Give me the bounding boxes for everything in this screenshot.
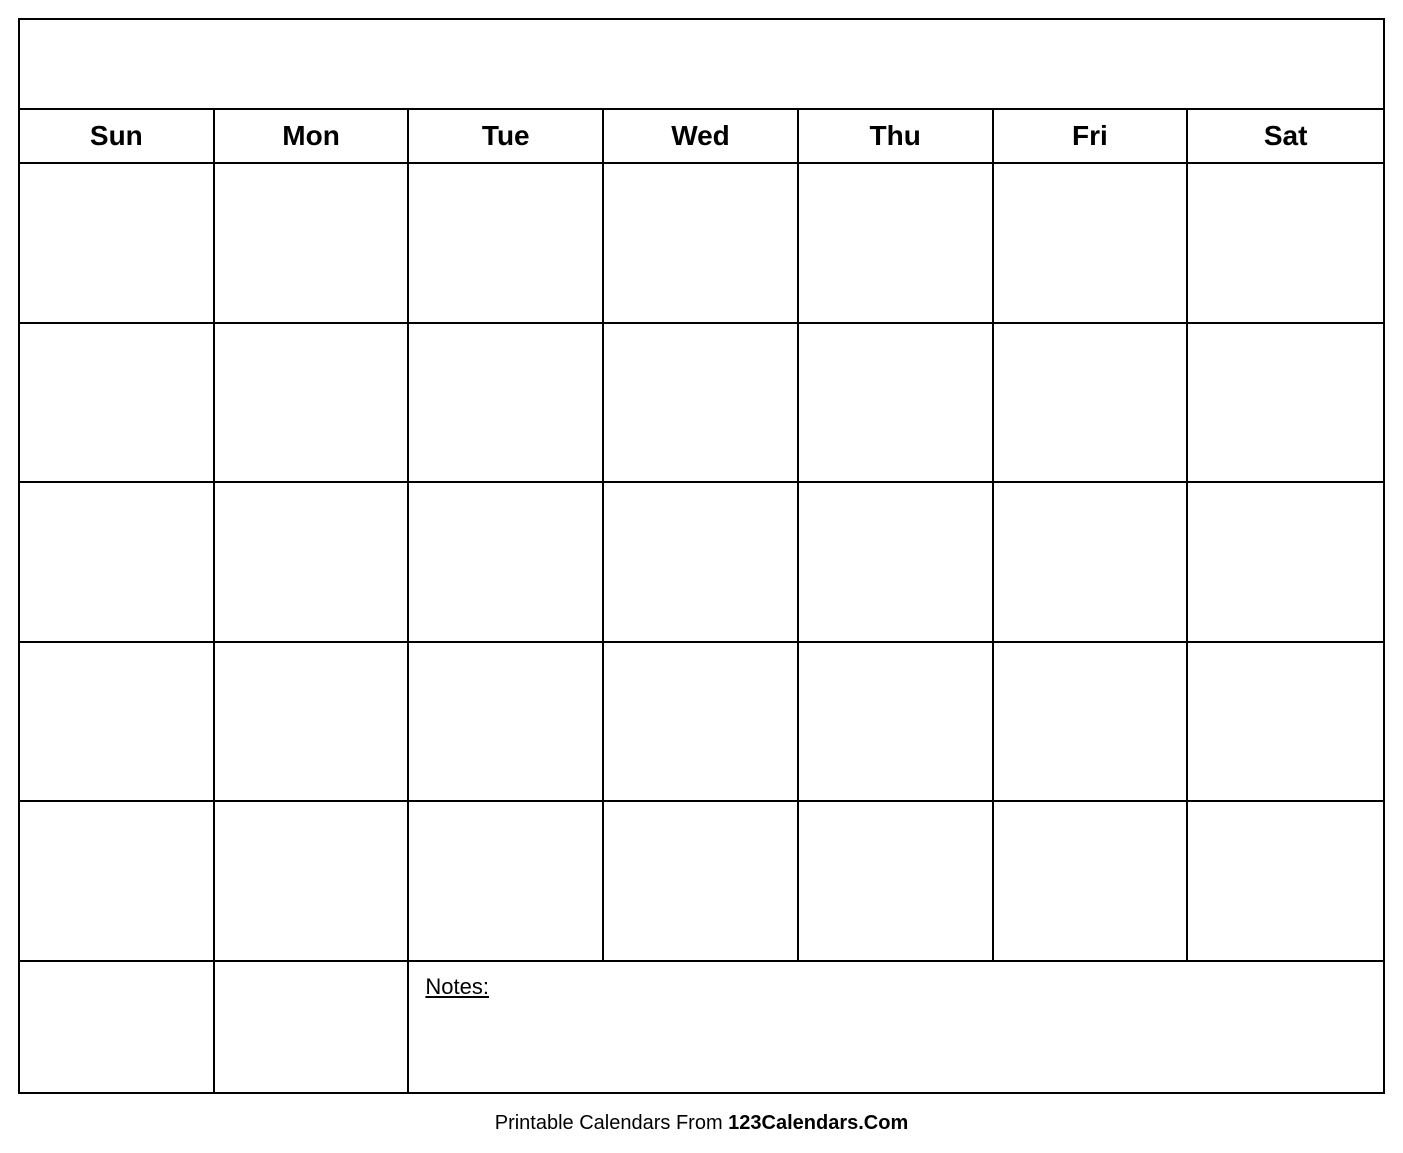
header-row: Sun Mon Tue Wed Thu Fri Sat (20, 110, 1383, 164)
notes-cell-mon (215, 962, 410, 1092)
page-wrapper: Sun Mon Tue Wed Thu Fri Sat (0, 0, 1403, 1153)
notes-cell-sun (20, 962, 215, 1092)
calendar-row-2 (20, 324, 1383, 484)
cell-r2-tue (409, 324, 604, 482)
cell-r5-wed (604, 802, 799, 960)
calendar-row-5 (20, 802, 1383, 962)
cell-r3-sun (20, 483, 215, 641)
header-tue: Tue (409, 110, 604, 162)
cell-r5-sun (20, 802, 215, 960)
cell-r4-wed (604, 643, 799, 801)
cell-r1-thu (799, 164, 994, 322)
cell-r3-sat (1188, 483, 1383, 641)
calendar-row-1 (20, 164, 1383, 324)
cell-r2-wed (604, 324, 799, 482)
cell-r1-tue (409, 164, 604, 322)
cell-r3-tue (409, 483, 604, 641)
title-row (20, 20, 1383, 110)
calendar-row-3 (20, 483, 1383, 643)
cell-r2-mon (215, 324, 410, 482)
header-wed: Wed (604, 110, 799, 162)
header-mon: Mon (215, 110, 410, 162)
cell-r4-thu (799, 643, 994, 801)
cell-r5-sat (1188, 802, 1383, 960)
cell-r5-fri (994, 802, 1189, 960)
cell-r2-sun (20, 324, 215, 482)
footer-text-normal: Printable Calendars From (495, 1112, 728, 1134)
cell-r1-wed (604, 164, 799, 322)
cell-r3-mon (215, 483, 410, 641)
calendar-grid: Notes: (20, 164, 1383, 1092)
cell-r4-fri (994, 643, 1189, 801)
cell-r1-fri (994, 164, 1189, 322)
cell-r5-tue (409, 802, 604, 960)
header-thu: Thu (799, 110, 994, 162)
cell-r3-fri (994, 483, 1189, 641)
cell-r2-fri (994, 324, 1189, 482)
notes-row: Notes: (20, 962, 1383, 1092)
notes-label: Notes: (425, 974, 489, 999)
calendar-row-4 (20, 643, 1383, 803)
cell-r4-mon (215, 643, 410, 801)
cell-r4-sat (1188, 643, 1383, 801)
cell-r5-thu (799, 802, 994, 960)
cell-r1-sat (1188, 164, 1383, 322)
notes-content: Notes: (409, 962, 1383, 1092)
footer: Printable Calendars From 123Calendars.Co… (495, 1104, 909, 1143)
cell-r1-sun (20, 164, 215, 322)
header-sun: Sun (20, 110, 215, 162)
cell-r1-mon (215, 164, 410, 322)
cell-r4-sun (20, 643, 215, 801)
cell-r5-mon (215, 802, 410, 960)
cell-r2-sat (1188, 324, 1383, 482)
footer-text-bold: 123Calendars.Com (728, 1112, 908, 1134)
header-fri: Fri (994, 110, 1189, 162)
calendar-container: Sun Mon Tue Wed Thu Fri Sat (18, 18, 1385, 1094)
cell-r3-wed (604, 483, 799, 641)
cell-r4-tue (409, 643, 604, 801)
header-sat: Sat (1188, 110, 1383, 162)
cell-r3-thu (799, 483, 994, 641)
cell-r2-thu (799, 324, 994, 482)
